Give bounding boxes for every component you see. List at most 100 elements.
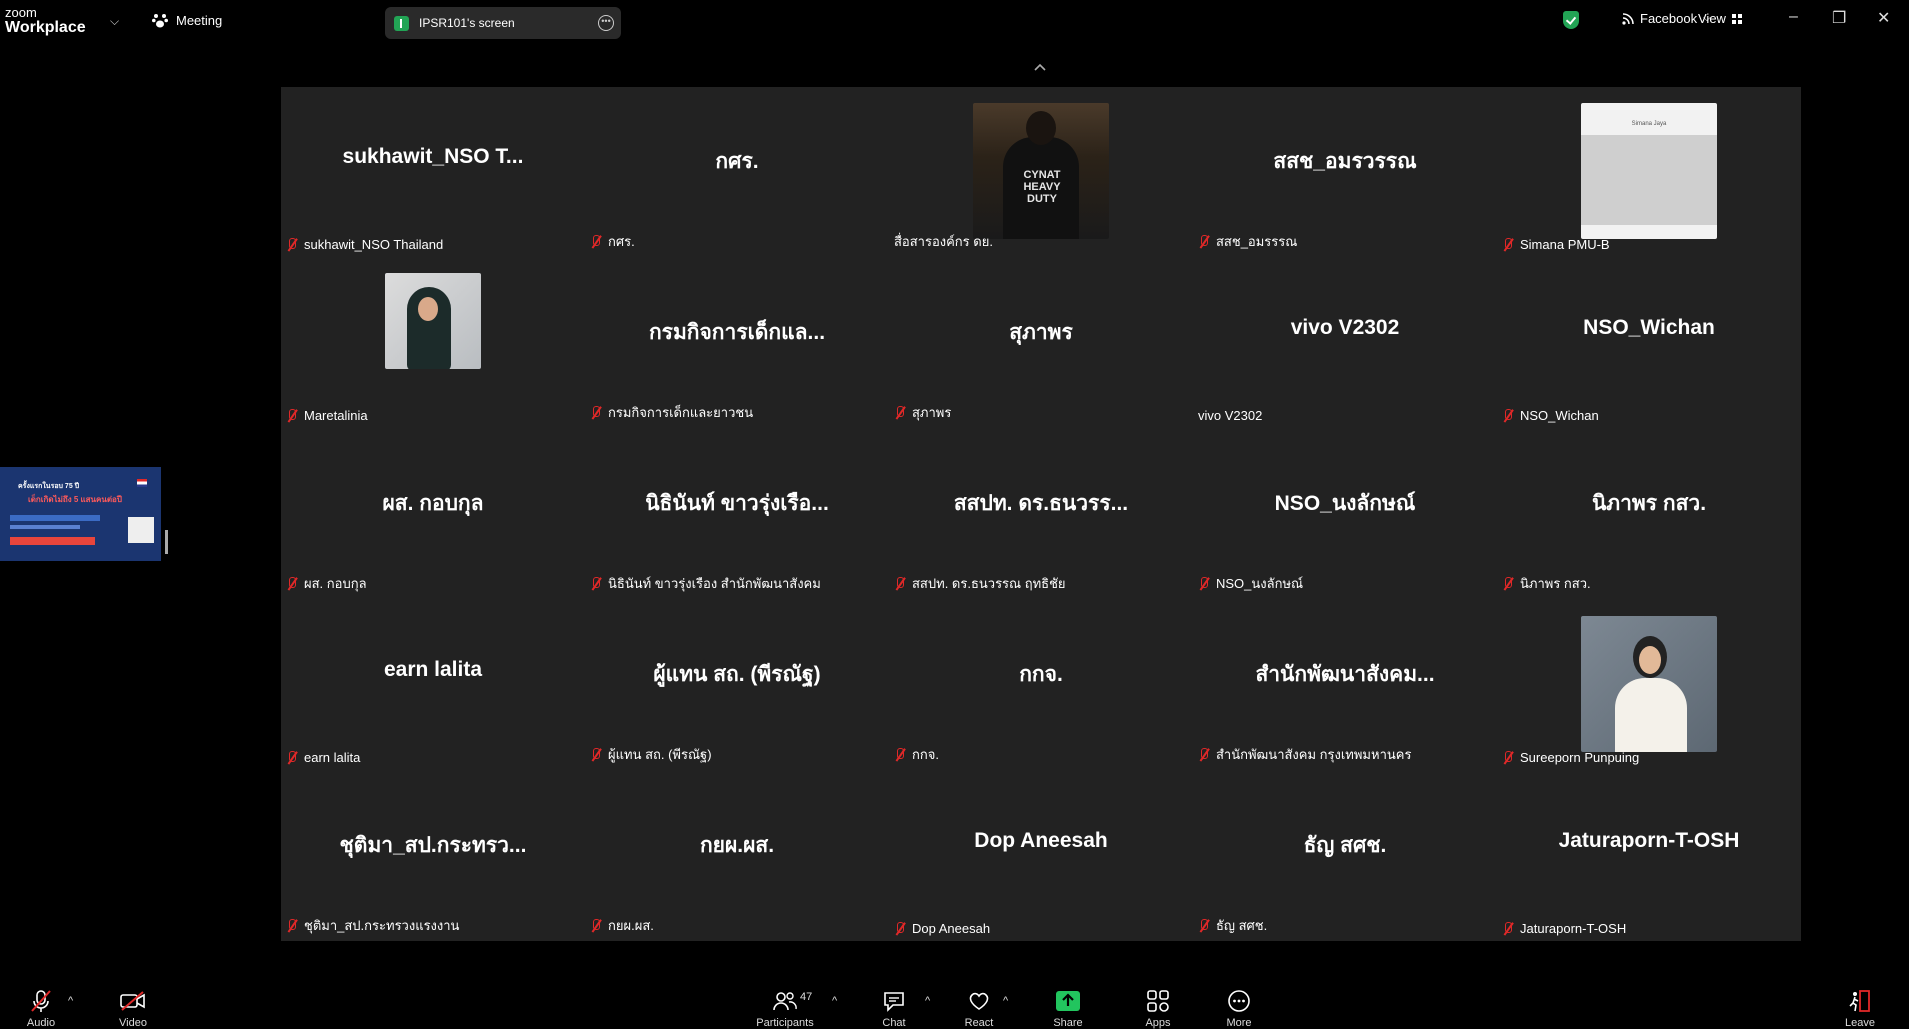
react-button[interactable]: React [949,989,1009,1029]
participant-tile[interactable]: กกจ. กกจ. [889,600,1193,771]
participant-tile[interactable]: กยผ.ผส. กยผ.ผส. [585,771,889,942]
participant-tile[interactable]: vivo V2302 vivo V2302 [1193,258,1497,429]
participant-label-text: สุภาพร [912,405,952,420]
participant-tile[interactable]: ชุติมา_สป.กระทรว... ชุติมา_สป.กระทรวงแรงง… [281,771,585,942]
thumbnail-subline: เด็กเกิดไม่ถึง 5 แสนคนต่อปี [28,495,122,504]
view-menu[interactable]: View [1698,11,1742,26]
shared-screen-thumbnail[interactable]: ครั้งแรกในรอบ 75 ปี เด็กเกิดไม่ถึง 5 แสน… [0,467,161,561]
participant-name-label: vivo V2302 [1198,408,1262,423]
person-face [418,297,438,321]
muted-microphone-icon [286,918,298,933]
muted-microphone-icon [286,576,298,591]
participant-display-name: กศร. [715,150,759,173]
chevron-up-icon[interactable] [1032,60,1048,76]
participant-name-label: NSO_Wichan [1502,408,1599,423]
participant-tile[interactable]: earn lalita earn lalita [281,600,585,771]
share-screen-icon [1056,991,1080,1011]
participant-tile[interactable]: สสปท. ดร.ธนวรร... สสปท. ดร.ธนวรรณ ฤทธิชัย [889,429,1193,600]
participant-tile[interactable]: Jaturaporn-T-OSH Jaturaporn-T-OSH [1497,771,1801,942]
participant-tile[interactable]: ผส. กอบกุล ผส. กอบกุล [281,429,585,600]
participant-display-name: sukhawit_NSO T... [342,145,524,168]
muted-microphone-icon [590,918,602,933]
audio-label: Audio [26,1017,56,1029]
participant-name-label: สื่อสารองค์กร ดย. [894,231,993,252]
zoom-logo: zoom Workplace [5,6,86,36]
audio-options-caret[interactable]: ^ [68,995,73,1007]
participant-tile[interactable]: NSO_นงลักษณ์ NSO_นงลักษณ์ [1193,429,1497,600]
participant-tile[interactable]: Maretalinia [281,258,585,429]
shield-icon [1563,11,1579,29]
participant-display-name: NSO_นงลักษณ์ [1274,492,1416,515]
video-off-icon [120,991,145,1011]
close-button[interactable]: ✕ [1877,8,1890,28]
meeting-label: Meeting [176,13,223,28]
chat-options-caret[interactable]: ^ [925,995,930,1007]
muted-microphone-icon [1502,237,1514,252]
audio-button[interactable]: Audio [11,989,71,1029]
participant-tile[interactable]: สสช_อมรวรรณ สสช_อมรรรณ [1193,87,1497,258]
screen-share-indicator[interactable]: IPSR101's screen ••• [385,7,621,39]
participant-display-name: vivo V2302 [1290,316,1400,339]
participant-video [1581,616,1717,752]
participant-tile[interactable]: Dop Aneesah Dop Aneesah [889,771,1193,942]
participant-video: CYNAT HEAVY DUTY [973,103,1109,239]
participant-name-label: นิภาพร กสว. [1502,573,1591,594]
participants-count: 47 [800,991,813,1003]
chevron-down-icon[interactable]: ⌵ [110,14,119,29]
react-options-caret[interactable]: ^ [1003,995,1008,1007]
participant-display-name: ธัญ สศช. [1303,834,1387,857]
participant-tile[interactable]: Sureeporn Punpuing [1497,600,1801,771]
participant-tile[interactable]: NSO_Wichan NSO_Wichan [1497,258,1801,429]
participant-tile[interactable]: สุภาพร สุภาพร [889,258,1193,429]
share-button[interactable]: Share [1038,989,1098,1029]
thumbnail-text-block [10,515,100,521]
video-content-block [1581,135,1717,225]
participant-name-label: กศร. [590,231,635,252]
participant-tile[interactable]: CYNAT HEAVY DUTY สื่อสารองค์กร ดย. [889,87,1193,258]
encryption-indicator[interactable] [1563,11,1579,29]
participant-display-name: สำนักพัฒนาสังคม... [1255,663,1435,686]
muted-microphone-icon [1502,576,1514,591]
participant-name-label: Dop Aneesah [894,921,990,936]
muted-microphone-icon [590,576,602,591]
participants-options-caret[interactable]: ^ [832,995,837,1007]
participant-display-name: Dop Aneesah [974,829,1108,852]
app-name-line2: Workplace [5,19,86,36]
thumbnail-red-bar [10,537,95,545]
participant-tile[interactable]: กรมกิจการเด็กแล... กรมกิจการเด็กและยาวชน [585,258,889,429]
participant-tile[interactable]: กศร. กศร. [585,87,889,258]
thumbnail-resize-handle[interactable] [165,530,168,554]
participant-tile[interactable]: ผู้แทน สถ. (พีรณัฐ) ผู้แทน สถ. (พีรณัฐ) [585,600,889,771]
participant-tile[interactable]: นิธินันท์ ขาวรุ่งเรือ... นิธินันท์ ขาวรุ่… [585,429,889,600]
apps-icon [1147,990,1169,1012]
chat-button[interactable]: Chat [864,989,924,1029]
meeting-menu[interactable]: Meeting [152,13,222,28]
participant-name-label: สสปท. ดร.ธนวรรณ ฤทธิชัย [894,573,1066,594]
participant-tile[interactable]: สำนักพัฒนาสังคม... สำนักพัฒนาสังคม กรุงเท… [1193,600,1497,771]
muted-microphone-icon [894,405,906,420]
participant-display-name: สสปท. ดร.ธนวรร... [953,492,1129,515]
muted-microphone-icon [590,234,602,249]
muted-microphone-icon [1198,234,1210,249]
participant-display-name: Jaturaporn-T-OSH [1558,829,1740,852]
participant-tile[interactable]: นิภาพร กสว. นิภาพร กสว. [1497,429,1801,600]
restore-button[interactable]: ❐ [1832,8,1846,28]
participant-name-label: ชุติมา_สป.กระทรวงแรงงาน [286,915,459,936]
participant-tile[interactable]: ธัญ สศช. ธัญ สศช. [1193,771,1497,942]
muted-microphone-icon [31,990,51,1012]
participant-label-text: Simana PMU-B [1520,237,1610,252]
participant-tile[interactable]: Simana Jaya Simana PMU-B [1497,87,1801,258]
participant-label-text: ผส. กอบกุล [304,576,367,591]
leave-button[interactable]: Leave [1830,989,1890,1029]
participant-label-text: นิธินันท์ ขาวรุ่งเรือง สำนักพัฒนาสังคม [608,576,821,591]
chat-label: Chat [882,1017,906,1029]
video-button[interactable]: Video [103,989,163,1029]
participant-tile[interactable]: sukhawit_NSO T... sukhawit_NSO Thailand [281,87,585,258]
minimize-button[interactable]: – [1789,8,1798,26]
more-button[interactable]: More [1209,989,1269,1029]
more-options-icon[interactable]: ••• [598,15,614,31]
participant-name-label: Sureeporn Punpuing [1502,750,1639,765]
participant-label-text: Jaturaporn-T-OSH [1520,921,1627,936]
apps-button[interactable]: Apps [1128,989,1188,1029]
participant-label-text: สสช_อมรรรณ [1216,234,1298,249]
